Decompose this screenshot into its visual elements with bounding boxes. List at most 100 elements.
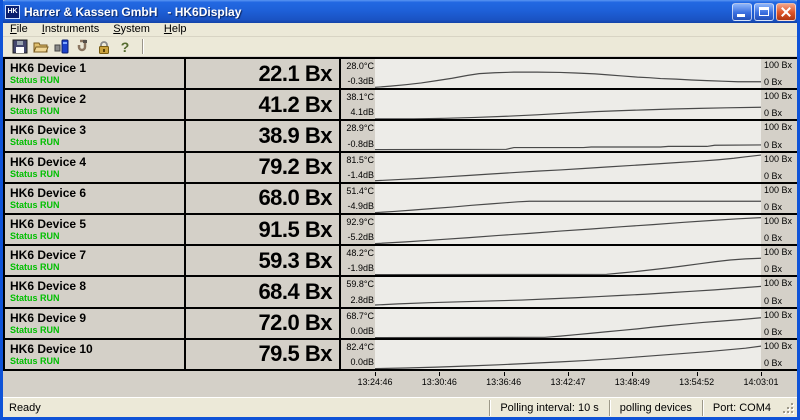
- device-name: HK6 Device 5: [10, 217, 87, 232]
- device-value: 41.2 Bx: [186, 90, 341, 120]
- device-db: 0.0dB: [350, 325, 374, 336]
- axis-tick: [696, 372, 698, 376]
- gauge-labels: 59.8°C 2.8dB: [341, 277, 375, 307]
- gauge-labels: 81.5°C -1.4dB: [341, 152, 375, 182]
- titlebar[interactable]: HK Harrer & Kassen GmbH - HK6Display: [3, 0, 797, 23]
- trend-chart: [375, 90, 761, 120]
- axis-range-labels: 100 Bx 0 Bx: [761, 59, 797, 89]
- device-db: -1.9dB: [347, 263, 374, 274]
- device-value: 91.5 Bx: [186, 215, 341, 245]
- device-db: -1.4dB: [347, 169, 374, 180]
- help-icon[interactable]: ?: [115, 38, 134, 55]
- gauge-labels: 28.0°C -0.3dB: [341, 59, 375, 89]
- device-name-cell: HK6 Device 3 Status RUN: [5, 121, 186, 151]
- main-panel: HK6 Device 1 Status RUN 22.1 Bx 28.0°C -…: [3, 56, 797, 397]
- device-db: 0.0dB: [350, 357, 374, 368]
- status-port: Port: COM4: [701, 399, 781, 416]
- device-db: -0.3dB: [347, 76, 374, 87]
- axis-max-label: 100 Bx: [764, 91, 793, 102]
- menu-system[interactable]: System: [106, 23, 157, 36]
- axis-max-label: 100 Bx: [764, 122, 793, 133]
- device-temperature: 28.9°C: [346, 123, 374, 134]
- device-value: 68.0 Bx: [186, 183, 341, 214]
- axis-max-label: 100 Bx: [764, 153, 793, 164]
- device-status: Status RUN: [10, 293, 60, 304]
- device-row: HK6 Device 10 Status RUN 79.5 Bx 82.4°C …: [5, 339, 797, 372]
- axis-tick: [568, 372, 569, 376]
- axis-max-label: 100 Bx: [764, 60, 793, 70]
- trend-line: [375, 340, 761, 369]
- menu-file[interactable]: File: [3, 23, 35, 36]
- maximize-icon: [759, 6, 769, 16]
- axis-max-label: 100 Bx: [764, 340, 793, 351]
- device-name: HK6 Device 10: [10, 341, 93, 356]
- device-name-cell: HK6 Device 9 Status RUN: [5, 308, 186, 338]
- axis-tick-label: 13:54:52: [679, 377, 715, 387]
- maximize-button[interactable]: [754, 2, 774, 21]
- axis-tick: [761, 372, 762, 376]
- axis-tick: [632, 372, 634, 376]
- device-temperature: 48.2°C: [346, 248, 374, 259]
- device-name-cell: HK6 Device 1 Status RUN: [5, 59, 186, 89]
- device-temperature: 82.4°C: [346, 341, 374, 352]
- axis-tick-label: 13:42:47: [550, 377, 586, 387]
- axis-tick-label: 13:36:46: [486, 377, 522, 387]
- axis-range-labels: 100 Bx 0 Bx: [761, 215, 797, 245]
- device-status: Status RUN: [10, 75, 60, 85]
- gauge-labels: 38.1°C 4.1dB: [341, 90, 375, 120]
- open-folder-icon[interactable]: [31, 38, 50, 55]
- gauge-labels: 82.4°C 0.0dB: [341, 339, 375, 370]
- device-name: HK6 Device 7: [10, 248, 87, 263]
- save-icon[interactable]: [10, 38, 29, 55]
- menu-help[interactable]: Help: [157, 23, 194, 36]
- device-row: HK6 Device 1 Status RUN 22.1 Bx 28.0°C -…: [5, 59, 797, 91]
- close-button[interactable]: [776, 2, 796, 21]
- device-status: Status RUN: [10, 137, 60, 148]
- trend-chart: [375, 308, 761, 338]
- axis-range-labels: 100 Bx 0 Bx: [761, 183, 797, 214]
- device-status: Status RUN: [10, 231, 60, 242]
- device-status: Status RUN: [10, 262, 60, 273]
- probe-icon[interactable]: [73, 38, 92, 55]
- trend-line: [375, 90, 761, 119]
- app-icon: HK: [5, 4, 20, 19]
- device-db: 4.1dB: [350, 107, 374, 118]
- device-name-cell: HK6 Device 5 Status RUN: [5, 215, 186, 245]
- device-name: HK6 Device 2: [10, 92, 87, 107]
- device-temperature: 38.1°C: [346, 92, 374, 103]
- axis-min-label: 0 Bx: [764, 264, 783, 275]
- device-name-cell: HK6 Device 4 Status RUN: [5, 152, 186, 182]
- trend-line: [375, 277, 761, 306]
- toolbar-separator: [142, 39, 144, 54]
- axis-min-label: 0 Bx: [764, 139, 783, 150]
- menubar: File Instruments System Help: [3, 23, 797, 37]
- axis-range-labels: 100 Bx 0 Bx: [761, 152, 797, 182]
- device-temperature: 81.5°C: [346, 154, 374, 165]
- device-name: HK6 Device 9: [10, 310, 87, 325]
- axis-max-label: 100 Bx: [764, 216, 793, 227]
- axis-range-labels: 100 Bx 0 Bx: [761, 339, 797, 370]
- axis-max-label: 100 Bx: [764, 278, 793, 289]
- axis-min-label: 0 Bx: [764, 202, 783, 213]
- resize-grip[interactable]: [781, 398, 797, 417]
- trend-chart: [375, 246, 761, 276]
- trend-line: [375, 153, 761, 182]
- device-name-cell: HK6 Device 7 Status RUN: [5, 246, 186, 276]
- trend-line: [375, 246, 761, 275]
- axis-range-labels: 100 Bx 0 Bx: [761, 90, 797, 120]
- minimize-button[interactable]: [732, 2, 752, 21]
- device-db: -4.9dB: [347, 201, 374, 212]
- device-row: HK6 Device 3 Status RUN 38.9 Bx 28.9°C -…: [5, 121, 797, 153]
- axis-range-labels: 100 Bx 0 Bx: [761, 277, 797, 307]
- device-rows: HK6 Device 1 Status RUN 22.1 Bx 28.0°C -…: [3, 57, 797, 372]
- lock-icon[interactable]: [94, 38, 113, 55]
- device-name-cell: HK6 Device 10 Status RUN: [5, 339, 186, 370]
- trend-chart: [375, 215, 761, 245]
- instrument-icon[interactable]: [52, 38, 71, 55]
- trend-line: [375, 59, 761, 88]
- device-row: HK6 Device 9 Status RUN 72.0 Bx 68.7°C 0…: [5, 308, 797, 340]
- device-row: HK6 Device 7 Status RUN 59.3 Bx 48.2°C -…: [5, 246, 797, 278]
- trend-chart: [375, 59, 761, 89]
- menu-instruments[interactable]: Instruments: [35, 23, 106, 36]
- device-name: HK6 Device 3: [10, 123, 87, 138]
